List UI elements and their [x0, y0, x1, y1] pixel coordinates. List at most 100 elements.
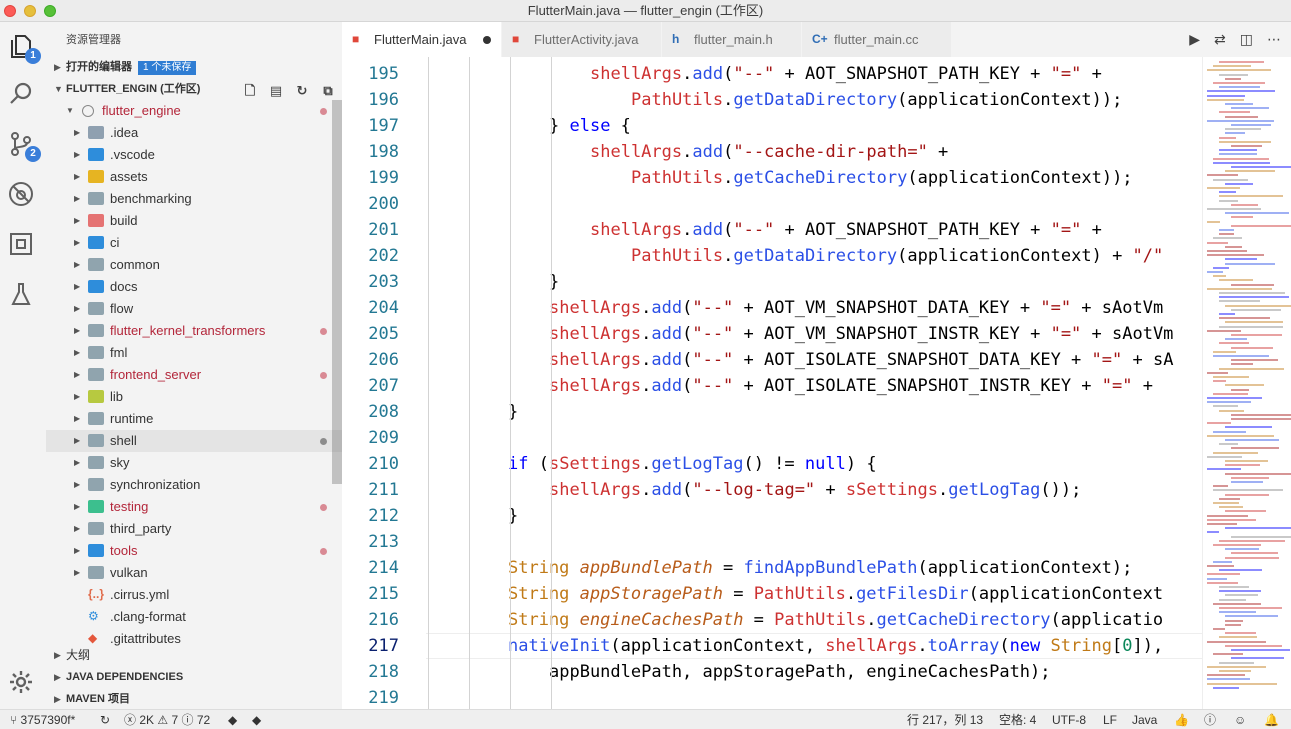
tree-folder[interactable]: ▶ benchmarking	[46, 188, 342, 210]
tree-folder[interactable]: ▶ frontend_server	[46, 364, 342, 386]
tree-folder[interactable]: ▶ sky	[46, 452, 342, 474]
minimap-line	[1213, 430, 1246, 433]
code-token: "="	[1050, 220, 1082, 240]
more-actions-icon[interactable]: ⋯	[1267, 22, 1281, 57]
outline-section[interactable]: ▶ 大纲	[46, 644, 342, 666]
minimap-line	[1225, 632, 1256, 635]
explorer-icon[interactable]: 1	[7, 32, 41, 64]
tree-folder[interactable]: ▶ assets	[46, 166, 342, 188]
java-icon: ■	[352, 32, 360, 46]
maximize-window-button[interactable]	[44, 5, 56, 17]
tree-folder[interactable]: ▶ shell	[46, 430, 342, 452]
code-token: (applicatio	[1050, 610, 1164, 630]
workspace-root-folder[interactable]: ▼ flutter_engine	[46, 100, 342, 122]
outline-label: 大纲	[66, 648, 91, 662]
maven-section[interactable]: ▶ MAVEN 项目	[46, 688, 342, 710]
minimap-line	[1207, 678, 1250, 681]
minimap-line	[1219, 61, 1264, 63]
encoding[interactable]: UTF-8	[1052, 710, 1086, 729]
code-token: (	[723, 220, 734, 240]
minimap[interactable]	[1202, 57, 1291, 709]
minimap-line	[1207, 682, 1277, 685]
close-window-button[interactable]	[4, 5, 16, 17]
language-mode[interactable]: Java	[1132, 710, 1157, 729]
notification-bell-icon[interactable]: 🔔	[1264, 710, 1279, 729]
tree-folder[interactable]: ▶ tools	[46, 540, 342, 562]
split-editor-icon[interactable]: ◫	[1240, 22, 1253, 57]
minimap-line	[1207, 523, 1237, 525]
minimap-line	[1213, 157, 1269, 160]
unsaved-dot-icon[interactable]	[483, 36, 491, 44]
tab-label: FlutterMain.java	[374, 32, 467, 47]
minimap-line	[1207, 90, 1275, 93]
minimap-line	[1207, 254, 1264, 257]
tree-folder[interactable]: ▶ build	[46, 210, 342, 232]
minimap-line	[1219, 73, 1248, 76]
arrow-left-icon[interactable]: ◆	[228, 710, 237, 729]
tree-folder[interactable]: ▶ third_party	[46, 518, 342, 540]
modified-dot-icon	[320, 438, 327, 445]
code-editor[interactable]: 195 196 197 198 199 200 201 202 203 204 205 206 207 2…	[342, 57, 1202, 709]
tree-folder[interactable]: ▶ common	[46, 254, 342, 276]
collapse-all-icon[interactable]: ⧉	[320, 83, 336, 99]
editor-tab[interactable]: ■ FlutterActivity.java	[502, 22, 662, 57]
chevron-right-icon: ▶	[74, 546, 81, 555]
minimap-line	[1219, 233, 1234, 236]
workspace-section[interactable]: ▼ FLUTTER_ENGIN (工作区) 🗋 ▤ ↻ ⧉	[46, 78, 342, 100]
code-token: .	[641, 480, 652, 500]
search-icon[interactable]	[7, 80, 39, 112]
indentation[interactable]: 空格: 4	[999, 710, 1036, 729]
editor-tab[interactable]: C+ flutter_main.cc	[802, 22, 952, 57]
tree-folder[interactable]: ▶ vulkan	[46, 562, 342, 584]
new-folder-icon[interactable]: ▤	[268, 83, 284, 99]
open-changes-icon[interactable]: ⇄	[1214, 22, 1226, 57]
line-number: 195	[368, 64, 399, 84]
tree-folder[interactable]: ▶ .vscode	[46, 144, 342, 166]
run-icon[interactable]: ▶	[1189, 22, 1200, 57]
code-token: getFilesDir	[856, 584, 969, 604]
tree-file[interactable]: {..} .cirrus.yml	[46, 584, 342, 606]
code-token: .	[723, 246, 734, 266]
refresh-icon[interactable]: ↻	[294, 83, 310, 99]
editor-tab[interactable]: ■ FlutterMain.java	[342, 22, 502, 57]
tree-folder[interactable]: ▶ docs	[46, 276, 342, 298]
tree-folder[interactable]: ▶ lib	[46, 386, 342, 408]
tree-folder[interactable]: ▶ synchronization	[46, 474, 342, 496]
minimap-line	[1219, 569, 1262, 572]
thumbs-up-icon[interactable]: 👍	[1174, 710, 1189, 729]
extensions-icon[interactable]	[7, 230, 39, 262]
cursor-position[interactable]: 行 217，列 13	[907, 710, 983, 729]
info-icon[interactable]: ⓘ	[1204, 710, 1216, 729]
java-dependencies-section[interactable]: ▶ JAVA DEPENDENCIES	[46, 666, 342, 688]
settings-gear-icon[interactable]	[7, 668, 39, 700]
tree-folder[interactable]: ▶ ci	[46, 232, 342, 254]
tree-folder[interactable]: ▶ flow	[46, 298, 342, 320]
sidebar-scrollbar[interactable]	[332, 100, 342, 484]
debug-icon[interactable]	[7, 180, 39, 212]
tree-folder[interactable]: ▶ testing	[46, 496, 342, 518]
open-editors-section[interactable]: ▶ 打开的编辑器 1 个未保存	[46, 56, 342, 78]
new-file-icon[interactable]: 🗋	[242, 83, 258, 99]
minimize-window-button[interactable]	[24, 5, 36, 17]
source-control-icon[interactable]: 2	[7, 130, 41, 162]
tree-file[interactable]: ⚙ .clang-format	[46, 606, 342, 628]
line-ending[interactable]: LF	[1103, 710, 1117, 729]
problems-indicator[interactable]: ⓧ 2K ⚠ 7 ⓘ 72	[124, 710, 210, 729]
tree-folder[interactable]: ▶ .idea	[46, 122, 342, 144]
minimap-line	[1213, 502, 1239, 504]
sync-icon[interactable]: ↻	[100, 710, 110, 729]
code-token: "--"	[692, 376, 734, 396]
tree-folder[interactable]: ▶ flutter_kernel_transformers	[46, 320, 342, 342]
code-area[interactable]: shellArgs.add("--" + AOT_SNAPSHOT_PATH_K…	[426, 57, 1202, 709]
tree-folder[interactable]: ▶ fml	[46, 342, 342, 364]
test-flask-icon[interactable]	[7, 280, 39, 312]
minimap-line	[1207, 640, 1266, 643]
smiley-feedback-icon[interactable]: ☺	[1234, 710, 1246, 729]
code-token: PathUtils	[631, 168, 724, 188]
editor-tab[interactable]: h flutter_main.h	[662, 22, 802, 57]
arrow-right-icon[interactable]: ◆	[252, 710, 261, 729]
minimap-line	[1225, 321, 1283, 324]
branch-indicator[interactable]: ⑂ 3757390f*	[10, 710, 75, 729]
tree-folder[interactable]: ▶ runtime	[46, 408, 342, 430]
